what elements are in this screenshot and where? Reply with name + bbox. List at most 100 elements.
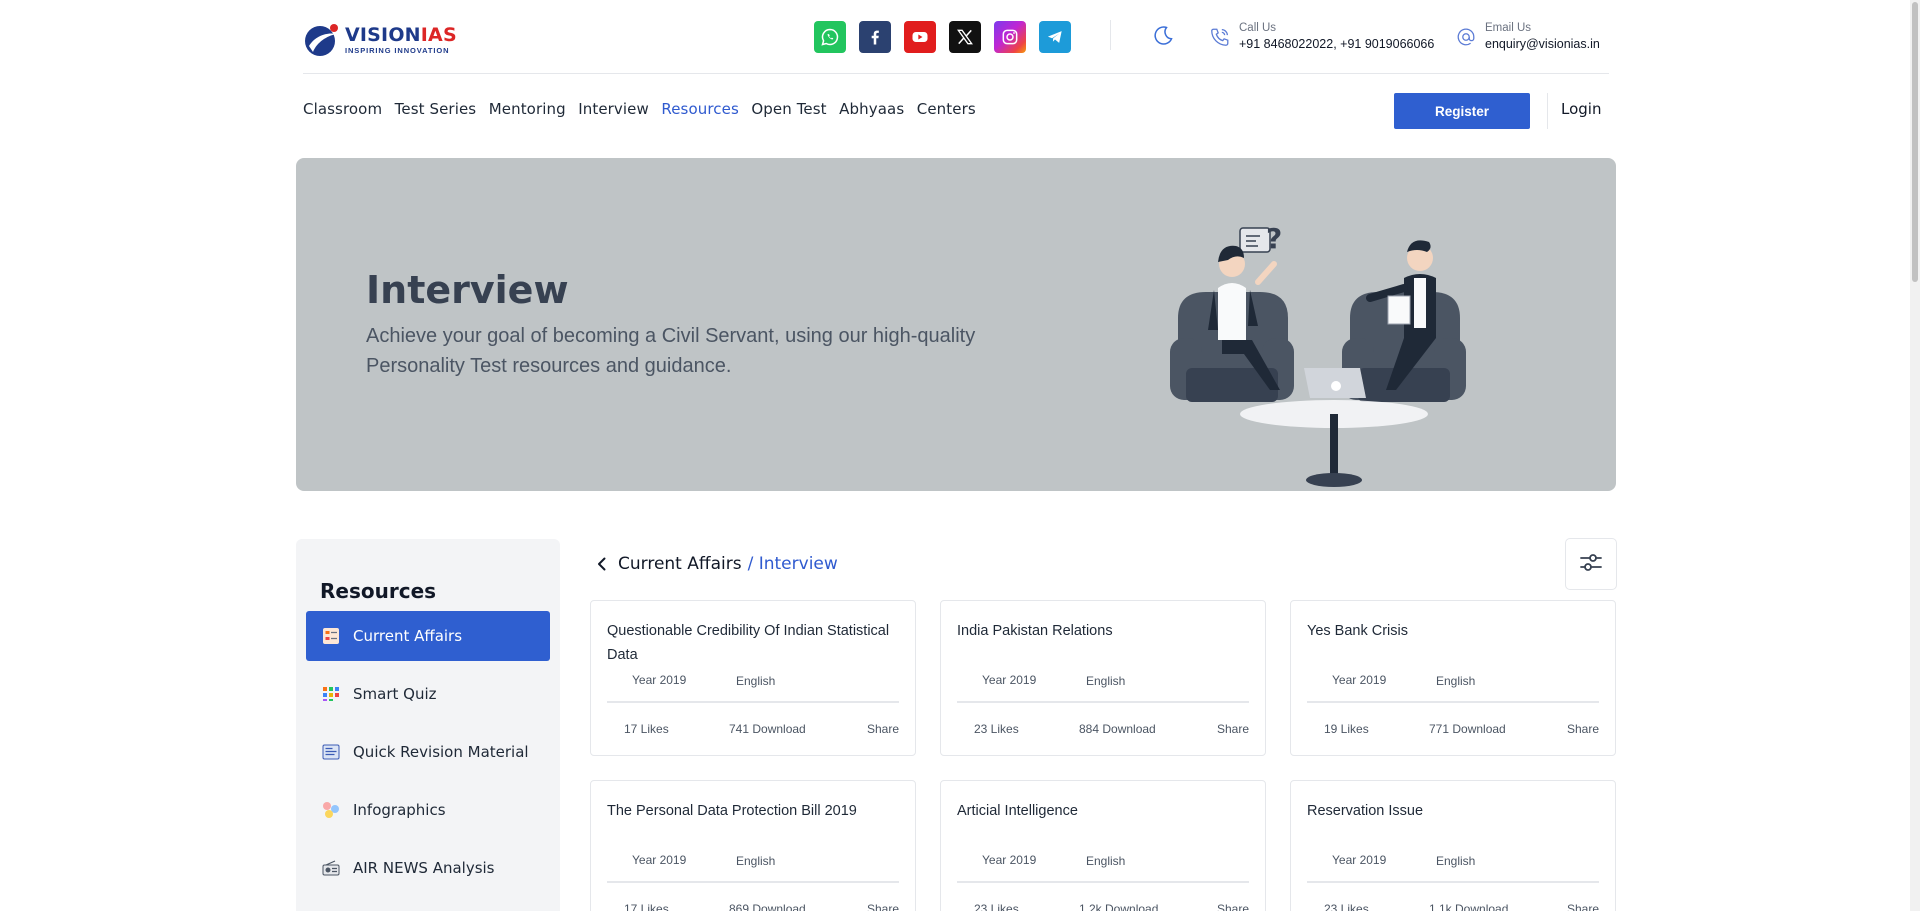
card-divider — [957, 881, 1249, 883]
call-us-label: Call Us — [1239, 22, 1277, 34]
youtube-icon[interactable] — [904, 21, 936, 53]
card-share-button[interactable]: Share — [867, 902, 899, 911]
card-title[interactable]: Articial Intelligence — [957, 799, 1249, 823]
card-downloads[interactable]: 1.1k Download — [1429, 902, 1508, 911]
instagram-icon[interactable] — [994, 21, 1026, 53]
svg-text:?: ? — [1266, 222, 1282, 255]
card-divider — [607, 701, 899, 703]
logo-tagline: INSPIRING INNOVATION — [345, 46, 450, 55]
sidebar-item-label: Quick Revision Material — [353, 743, 529, 761]
scrollbar-thumb[interactable] — [1912, 2, 1918, 282]
card-language: English — [1086, 674, 1126, 688]
card-year: Year 2019 — [632, 673, 687, 687]
nav-item-centers[interactable]: Centers — [917, 100, 976, 118]
card-title[interactable]: Reservation Issue — [1307, 799, 1599, 823]
resources-sidebar: Resources Current Affairs Smart Quiz Qui… — [296, 539, 560, 911]
card-language: English — [1086, 854, 1126, 868]
x-icon[interactable] — [949, 21, 981, 53]
header-divider — [1110, 20, 1111, 50]
card-share-button[interactable]: Share — [1217, 722, 1249, 736]
resource-card[interactable]: Reservation Issue Year 2019 English 23 L… — [1290, 780, 1616, 911]
card-year: Year 2019 — [1332, 673, 1387, 687]
card-share-button[interactable]: Share — [1567, 722, 1599, 736]
login-button[interactable]: Login — [1561, 100, 1601, 118]
nav-item-resources[interactable]: Resources — [661, 100, 739, 118]
resource-cards-grid: Questionable Credibility Of Indian Stati… — [590, 600, 1616, 911]
register-button[interactable]: Register — [1394, 93, 1530, 129]
card-language: English — [1436, 854, 1476, 868]
card-divider — [607, 881, 899, 883]
card-divider — [957, 701, 1249, 703]
card-share-button[interactable]: Share — [1567, 902, 1599, 911]
sidebar-list: Current Affairs Smart Quiz Quick Revisio… — [306, 611, 550, 901]
filter-button[interactable] — [1565, 538, 1617, 590]
call-us-number[interactable]: +91 8468022022, +91 9019066066 — [1239, 35, 1434, 53]
resource-card[interactable]: Articial Intelligence Year 2019 English … — [940, 780, 1266, 911]
card-downloads[interactable]: 869 Download — [729, 902, 806, 911]
card-language: English — [736, 854, 776, 868]
nav-item-test-series[interactable]: Test Series — [395, 100, 477, 118]
list-icon — [321, 626, 341, 646]
card-divider — [1307, 701, 1599, 703]
card-title[interactable]: Yes Bank Crisis — [1307, 619, 1599, 643]
moon-icon[interactable] — [1151, 24, 1175, 48]
card-likes[interactable]: 19 Likes — [1324, 722, 1369, 736]
nav-item-open-test[interactable]: Open Test — [751, 100, 826, 118]
resource-card[interactable]: The Personal Data Protection Bill 2019 Y… — [590, 780, 916, 911]
quiz-grid-icon — [321, 684, 341, 704]
resource-card[interactable]: Questionable Credibility Of Indian Stati… — [590, 600, 916, 756]
phone-icon — [1209, 26, 1231, 48]
sidebar-item-quick-revision-material[interactable]: Quick Revision Material — [306, 727, 550, 777]
card-share-button[interactable]: Share — [867, 722, 899, 736]
card-language: English — [1436, 674, 1476, 688]
visionias-logo[interactable]: VISIONIAS INSPIRING INNOVATION — [303, 22, 457, 58]
card-downloads[interactable]: 771 Download — [1429, 722, 1506, 736]
sidebar-item-smart-quiz[interactable]: Smart Quiz — [306, 669, 550, 719]
page-scrollbar[interactable] — [1910, 0, 1920, 911]
sliders-icon — [1577, 548, 1605, 581]
resource-card[interactable]: India Pakistan Relations Year 2019 Engli… — [940, 600, 1266, 756]
card-likes[interactable]: 23 Likes — [974, 902, 1019, 911]
card-year: Year 2019 — [982, 673, 1037, 687]
card-likes[interactable]: 17 Likes — [624, 722, 669, 736]
facebook-icon[interactable] — [859, 21, 891, 53]
sidebar-title: Resources — [320, 579, 437, 603]
card-year: Year 2019 — [982, 853, 1037, 867]
whatsapp-icon[interactable] — [814, 21, 846, 53]
sidebar-item-infographics[interactable]: Infographics — [306, 785, 550, 835]
breadcrumb-current-affairs[interactable]: Current Affairs — [618, 554, 742, 574]
email-us-contact[interactable]: Email Us enquiry@visionias.in — [1455, 21, 1600, 53]
nav-item-mentoring[interactable]: Mentoring — [489, 100, 566, 118]
nav-item-interview[interactable]: Interview — [578, 100, 649, 118]
telegram-icon[interactable] — [1039, 21, 1071, 53]
hero-subtitle: Achieve your goal of becoming a Civil Se… — [366, 325, 976, 377]
sidebar-item-label: AIR NEWS Analysis — [353, 859, 495, 877]
card-likes[interactable]: 23 Likes — [1324, 902, 1369, 911]
top-header: VISIONIAS INSPIRING INNOVATION Call Us +… — [303, 0, 1609, 74]
nav-divider — [1547, 93, 1548, 129]
chevron-left-icon[interactable] — [592, 554, 612, 574]
nav-item-classroom[interactable]: Classroom — [303, 100, 382, 118]
radio-icon — [321, 858, 341, 878]
email-us-address[interactable]: enquiry@visionias.in — [1485, 35, 1600, 53]
breadcrumb: Current Affairs / Interview — [592, 554, 838, 574]
breadcrumb-interview: / Interview — [747, 554, 838, 574]
card-title[interactable]: India Pakistan Relations — [957, 619, 1249, 643]
sidebar-item-air-news-analysis[interactable]: AIR NEWS Analysis — [306, 843, 550, 893]
infographic-icon — [321, 800, 341, 820]
call-us-contact[interactable]: Call Us +91 8468022022, +91 9019066066 — [1209, 21, 1434, 53]
nav-item-abhyaas[interactable]: Abhyaas — [839, 100, 904, 118]
document-icon — [321, 742, 341, 762]
card-likes[interactable]: 23 Likes — [974, 722, 1019, 736]
card-downloads[interactable]: 1.2k Download — [1079, 902, 1158, 911]
card-downloads[interactable]: 884 Download — [1079, 722, 1156, 736]
sidebar-item-label: Smart Quiz — [353, 685, 437, 703]
card-likes[interactable]: 17 Likes — [624, 902, 669, 911]
sidebar-item-current-affairs[interactable]: Current Affairs — [306, 611, 550, 661]
card-title[interactable]: Questionable Credibility Of Indian Stati… — [607, 619, 899, 667]
card-share-button[interactable]: Share — [1217, 902, 1249, 911]
card-title[interactable]: The Personal Data Protection Bill 2019 — [607, 799, 899, 823]
resource-card[interactable]: Yes Bank Crisis Year 2019 English 19 Lik… — [1290, 600, 1616, 756]
card-divider — [1307, 881, 1599, 883]
card-downloads[interactable]: 741 Download — [729, 722, 806, 736]
